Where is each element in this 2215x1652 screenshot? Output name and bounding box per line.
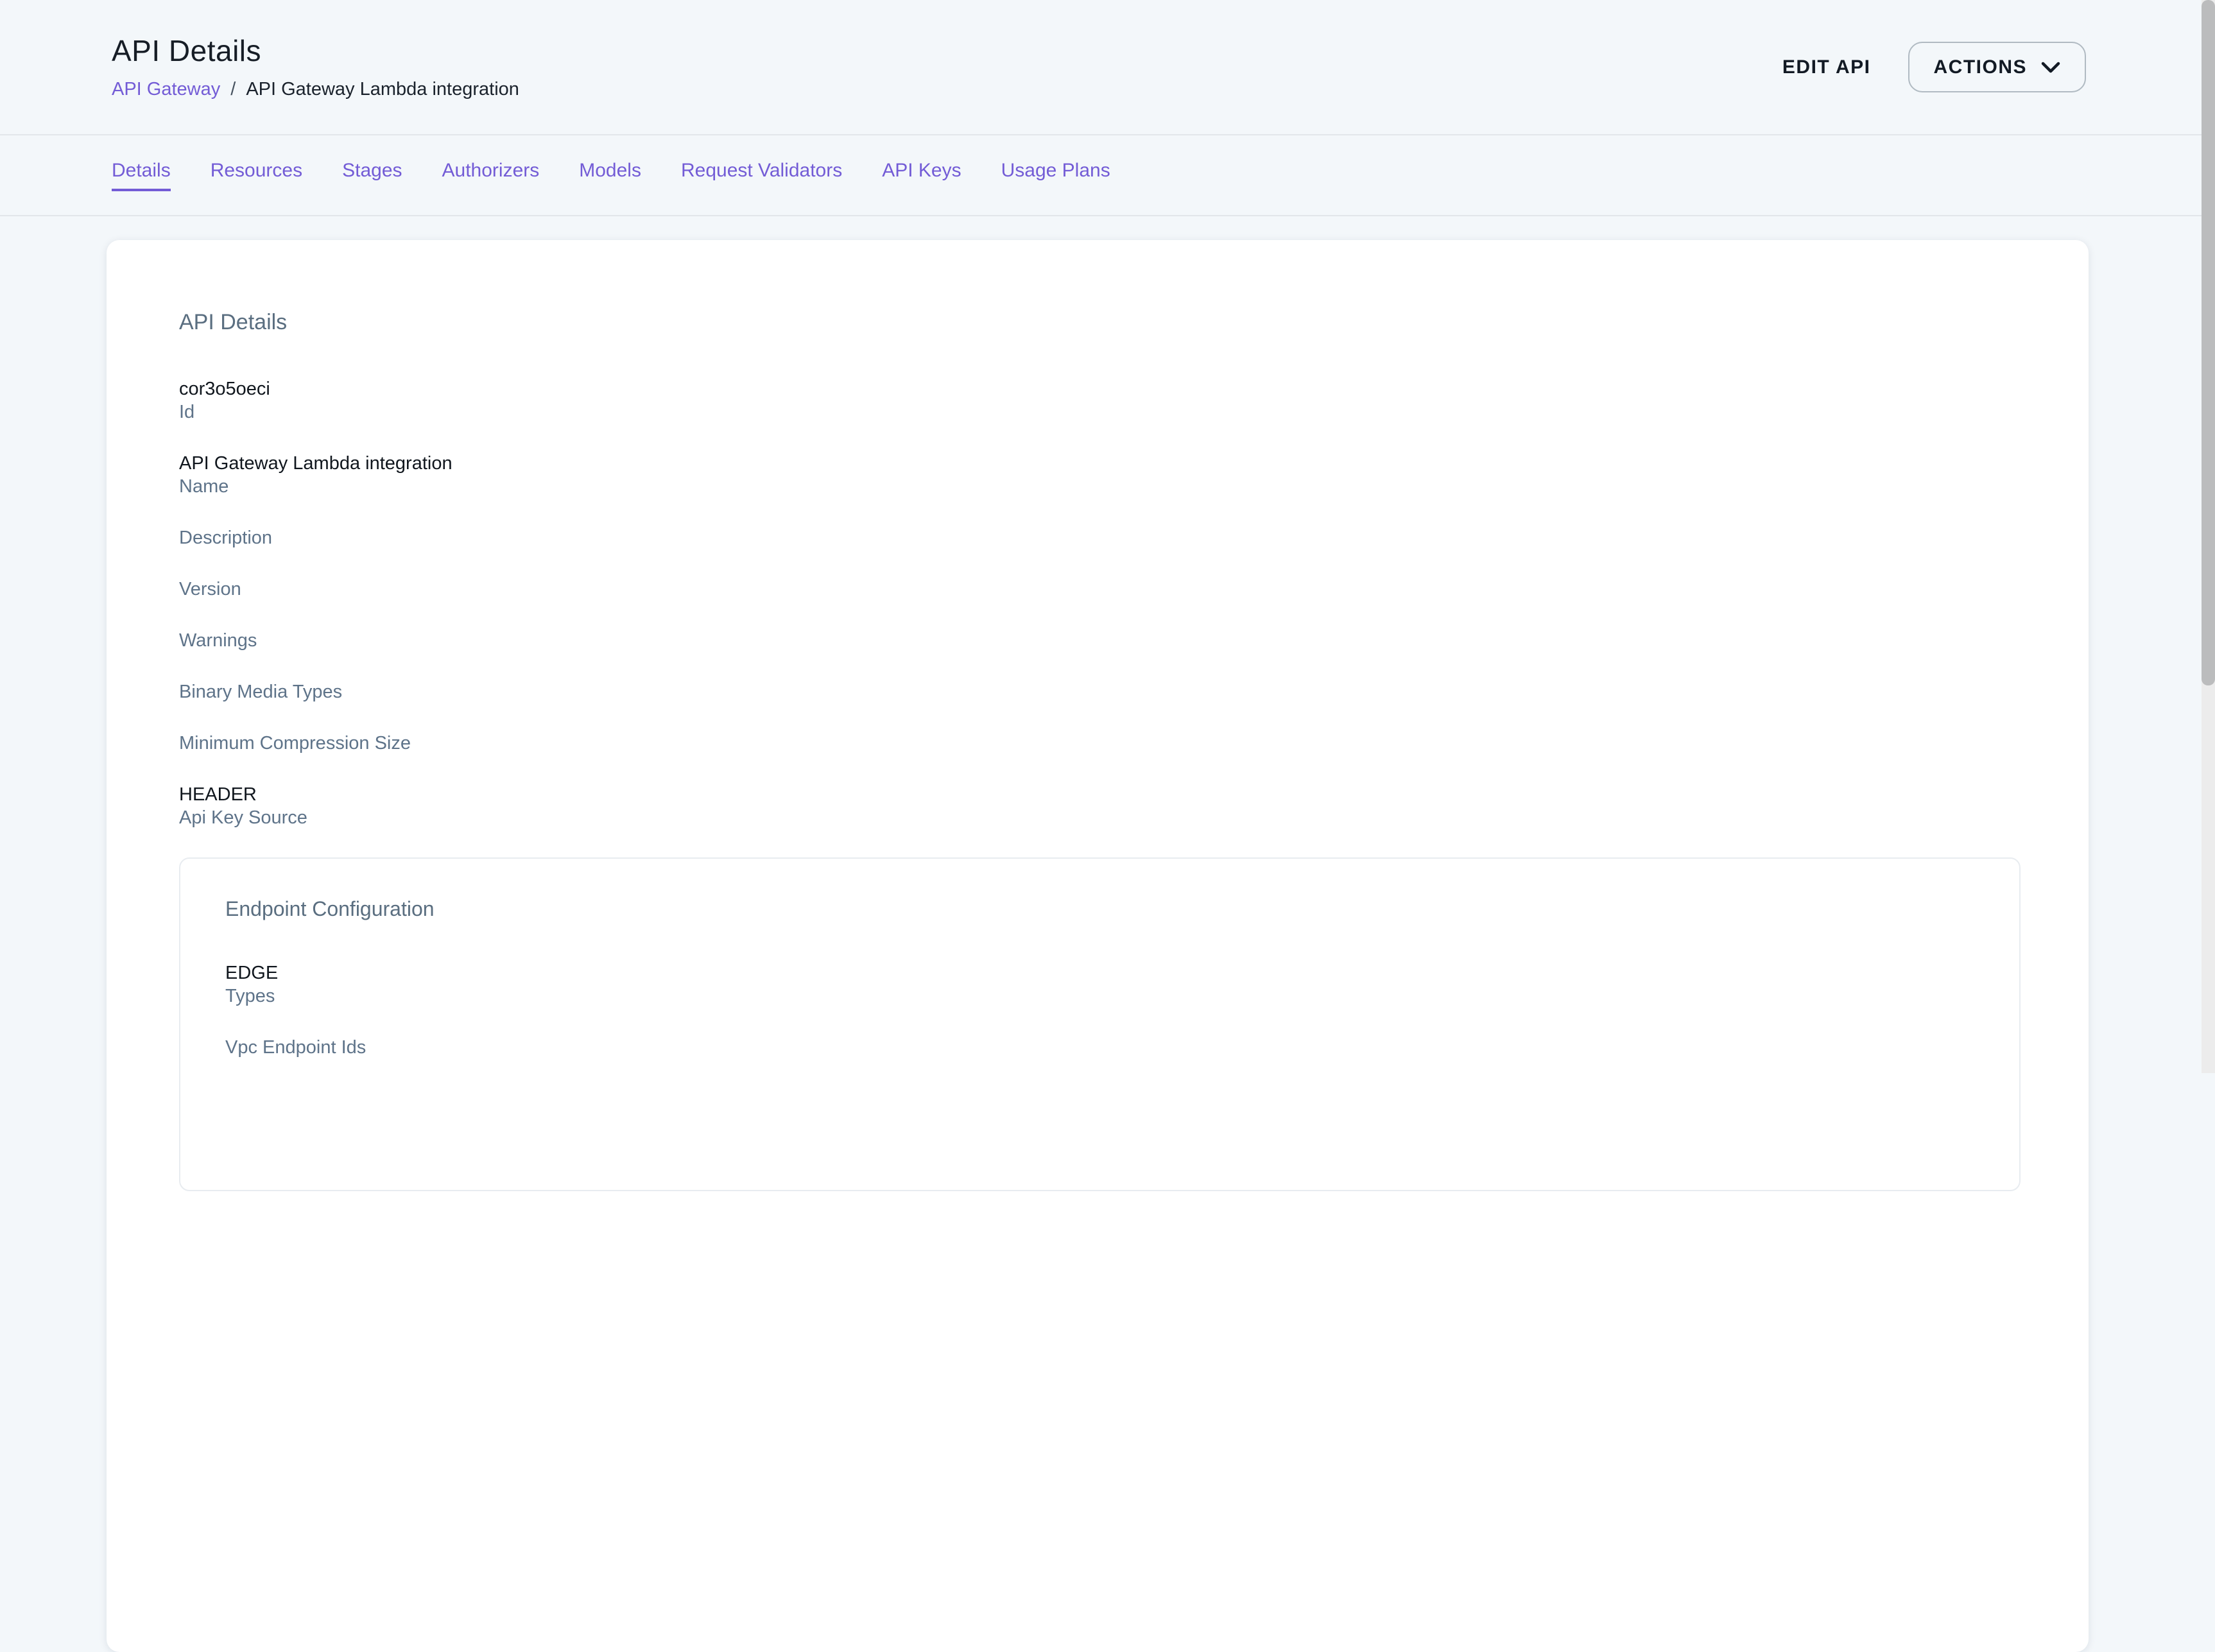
field-id-label: Id bbox=[179, 400, 2016, 424]
field-api-key-source-label: Api Key Source bbox=[179, 806, 2016, 829]
tab-models[interactable]: Models bbox=[579, 159, 641, 191]
breadcrumb-separator: / bbox=[230, 77, 236, 101]
field-api-key-source-value: HEADER bbox=[179, 783, 2016, 806]
field-warnings: Warnings bbox=[179, 629, 2016, 652]
field-name-label: Name bbox=[179, 475, 2016, 498]
tab-stages[interactable]: Stages bbox=[342, 159, 402, 191]
edit-api-button[interactable]: EDIT API bbox=[1782, 56, 1871, 78]
tab-authorizers[interactable]: Authorizers bbox=[442, 159, 540, 191]
breadcrumb-link-api-gateway[interactable]: API Gateway bbox=[112, 77, 220, 101]
breadcrumb-current: API Gateway Lambda integration bbox=[246, 77, 519, 101]
field-version-label: Version bbox=[179, 578, 2016, 601]
field-name-value: API Gateway Lambda integration bbox=[179, 452, 2016, 475]
scrollbar-thumb[interactable] bbox=[2202, 0, 2215, 685]
page-title: API Details bbox=[112, 33, 519, 68]
endpoint-configuration-card: Endpoint Configuration EDGE Types Vpc En… bbox=[179, 857, 2021, 1191]
breadcrumb: API Gateway / API Gateway Lambda integra… bbox=[112, 77, 519, 101]
actions-button-label: ACTIONS bbox=[1934, 56, 2028, 78]
tab-api-keys[interactable]: API Keys bbox=[882, 159, 961, 191]
tab-resources[interactable]: Resources bbox=[211, 159, 302, 191]
field-minimum-compression-size-label: Minimum Compression Size bbox=[179, 732, 2016, 755]
field-types-label: Types bbox=[225, 985, 1974, 1008]
field-types-value: EDGE bbox=[225, 961, 1974, 985]
field-api-key-source: HEADER Api Key Source bbox=[179, 783, 2016, 829]
field-description: Description bbox=[179, 526, 2016, 549]
field-types: EDGE Types bbox=[225, 961, 1974, 1008]
tab-bar: Details Resources Stages Authorizers Mod… bbox=[0, 135, 2202, 216]
api-details-card: API Details cor3o5oeci Id API Gateway La… bbox=[107, 240, 2089, 1652]
app-window: API Details API Gateway / API Gateway La… bbox=[0, 0, 2202, 1073]
field-vpc-endpoint-ids: Vpc Endpoint Ids bbox=[225, 1036, 1974, 1059]
field-binary-media-types: Binary Media Types bbox=[179, 680, 2016, 703]
tab-request-validators[interactable]: Request Validators bbox=[681, 159, 842, 191]
field-id: cor3o5oeci Id bbox=[179, 377, 2016, 424]
tab-details[interactable]: Details bbox=[112, 159, 171, 191]
field-vpc-endpoint-ids-label: Vpc Endpoint Ids bbox=[225, 1036, 1974, 1059]
field-binary-media-types-label: Binary Media Types bbox=[179, 680, 2016, 703]
field-minimum-compression-size: Minimum Compression Size bbox=[179, 732, 2016, 755]
title-block: API Details API Gateway / API Gateway La… bbox=[112, 33, 519, 101]
field-version: Version bbox=[179, 578, 2016, 601]
tab-usage-plans[interactable]: Usage Plans bbox=[1001, 159, 1110, 191]
scrollbar[interactable] bbox=[2202, 0, 2215, 1073]
actions-button[interactable]: ACTIONS bbox=[1908, 42, 2087, 92]
page-header: API Details API Gateway / API Gateway La… bbox=[0, 0, 2202, 135]
endpoint-configuration-title: Endpoint Configuration bbox=[225, 895, 1974, 923]
field-id-value: cor3o5oeci bbox=[179, 377, 2016, 400]
chevron-down-icon bbox=[2041, 61, 2060, 74]
field-name: API Gateway Lambda integration Name bbox=[179, 452, 2016, 498]
api-details-section-title: API Details bbox=[179, 308, 2016, 336]
header-actions: EDIT API ACTIONS bbox=[1782, 42, 2086, 92]
field-warnings-label: Warnings bbox=[179, 629, 2016, 652]
field-description-label: Description bbox=[179, 526, 2016, 549]
